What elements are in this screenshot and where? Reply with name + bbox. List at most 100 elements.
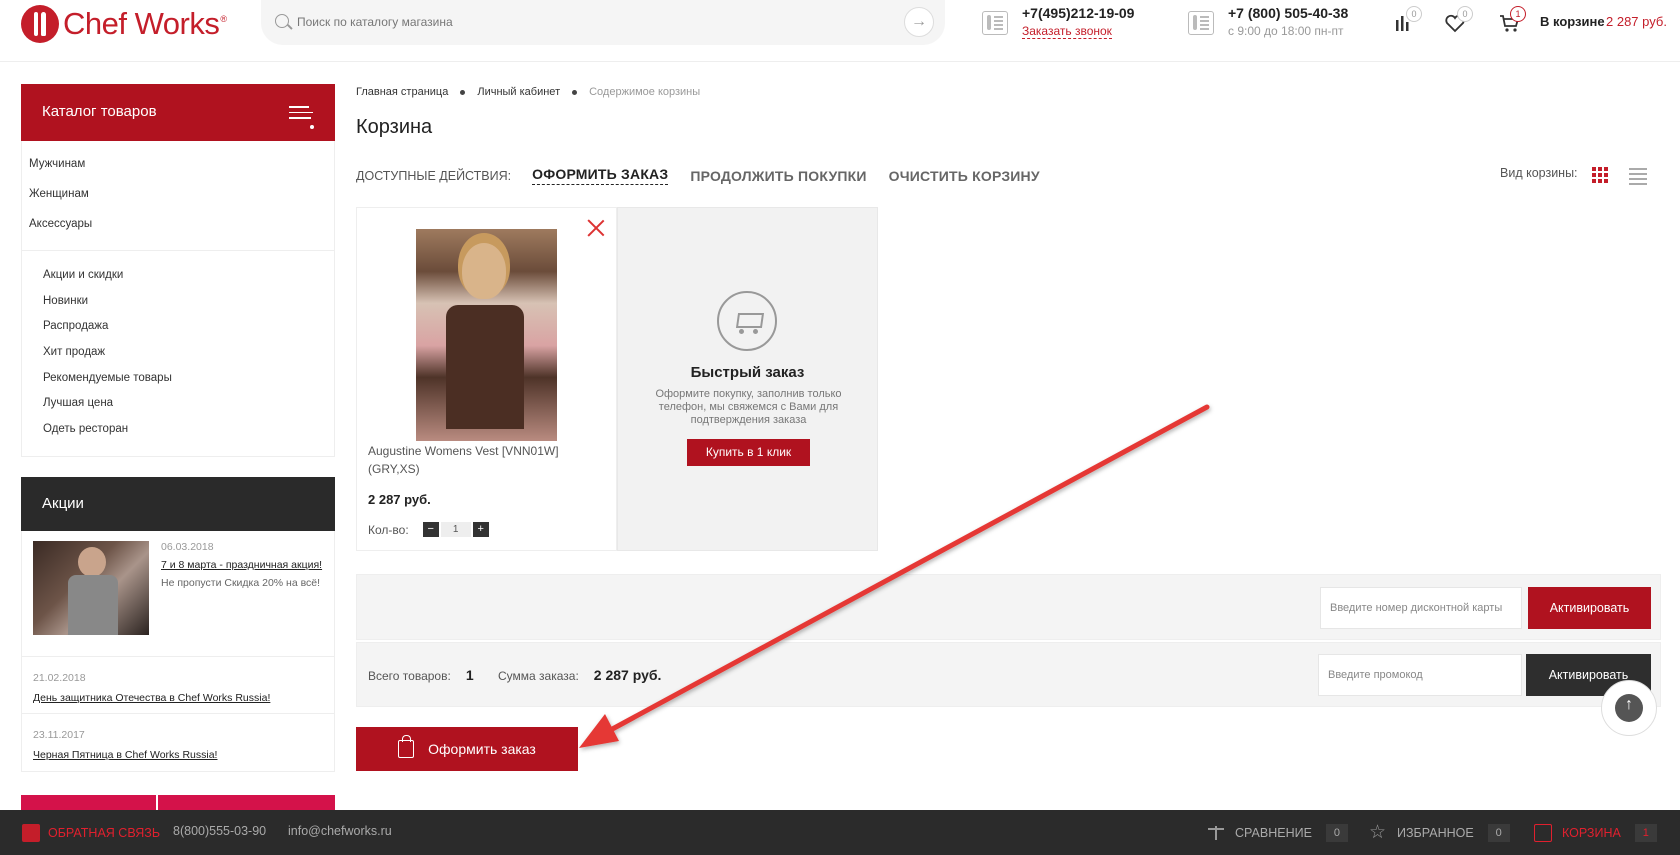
checkout-button-label: Оформить заказ xyxy=(428,741,536,757)
sidebar-item-women[interactable]: Женщинам xyxy=(29,184,327,214)
total-items-value: 1 xyxy=(465,667,474,683)
cart-sum[interactable]: 2 287 руб. xyxy=(1606,14,1667,29)
search-bar: → xyxy=(261,0,945,45)
sidebar-item-new[interactable]: Новинки xyxy=(43,292,313,318)
discount-card-row: Активировать xyxy=(356,574,1661,640)
promo-date: 06.03.2018 xyxy=(161,541,214,553)
catalog-header[interactable]: Каталог товаров xyxy=(21,84,335,141)
footer-cart[interactable]: КОРЗИНА 1 xyxy=(1534,824,1657,842)
quantity-increase-button[interactable]: + xyxy=(472,522,489,537)
feedback-label: ОБРАТНАЯ СВЯЗЬ xyxy=(48,826,161,840)
compare-button[interactable]: 0 xyxy=(1393,6,1422,34)
shopping-bag-icon xyxy=(398,735,415,758)
sidebar-item-bestsellers[interactable]: Хит продаж xyxy=(43,343,313,369)
clear-cart-link[interactable]: ОЧИСТИТЬ КОРЗИНУ xyxy=(889,168,1040,184)
logo-text: Chef Works xyxy=(63,6,220,41)
footer-cart-count: 1 xyxy=(1634,824,1657,842)
favorites-button[interactable]: 0 xyxy=(1444,6,1473,34)
footer-email[interactable]: info@chefworks.ru xyxy=(288,824,392,838)
sidebar-item-sales[interactable]: Акции и скидки xyxy=(43,266,313,292)
search-input[interactable] xyxy=(297,12,857,32)
promo-link[interactable]: 7 и 8 марта - праздничная акция! xyxy=(161,559,322,571)
continue-shopping-link[interactable]: ПРОДОЛЖИТЬ ПОКУПКИ xyxy=(690,168,866,184)
quantity-input[interactable]: 1 xyxy=(440,522,471,537)
quantity-decrease-button[interactable]: − xyxy=(422,522,439,537)
compare-count-badge: 0 xyxy=(1406,6,1422,22)
actions-label: ДОСТУПНЫЕ ДЕЙСТВИЯ: xyxy=(356,168,512,183)
sidebar-item-clearance[interactable]: Распродажа xyxy=(43,317,313,343)
checkout-button[interactable]: Оформить заказ xyxy=(356,727,578,771)
cart-count-badge: 1 xyxy=(1510,6,1526,22)
phone-icon xyxy=(982,11,1008,35)
order-sum-value: 2 287 руб. xyxy=(593,667,662,683)
order-sum-label: Сумма заказа: xyxy=(498,669,579,683)
scale-icon xyxy=(1207,824,1225,842)
total-items-label: Всего товаров: xyxy=(368,669,451,683)
favorites-count-badge: 0 xyxy=(1457,6,1473,22)
promo-link[interactable]: Черная Пятница в Chef Works Russia! xyxy=(33,749,323,761)
phone-icon xyxy=(1188,11,1214,35)
chef-works-logo[interactable]: Chef Works ® xyxy=(21,4,227,44)
sidebar-item-men[interactable]: Мужчинам xyxy=(29,154,327,184)
activate-discount-button[interactable]: Активировать xyxy=(1528,587,1651,629)
phone-number-2[interactable]: +7 (800) 505-40-38 xyxy=(1228,5,1348,21)
catalog-menu: Мужчинам Женщинам Аксессуары Акции и ски… xyxy=(21,141,335,457)
logo-registered-mark: ® xyxy=(220,14,227,24)
catalog-sub-list: Акции и скидки Новинки Распродажа Хит пр… xyxy=(22,251,334,456)
sidebar-item-accessories[interactable]: Аксессуары xyxy=(29,214,327,244)
shopping-cart-icon xyxy=(717,291,777,351)
quick-order-description: Оформите покупку, заполнив только телефо… xyxy=(655,388,842,426)
breadcrumb-account[interactable]: Личный кабинет xyxy=(477,86,560,98)
feedback-icon xyxy=(22,824,40,842)
promotions-header: Акции xyxy=(21,477,335,531)
breadcrumb-separator xyxy=(572,89,578,95)
footer-compare-count: 0 xyxy=(1325,824,1348,842)
promo-code-input[interactable] xyxy=(1318,654,1522,696)
quick-order-title: Быстрый заказ xyxy=(690,364,805,381)
promo-date: 21.02.2018 xyxy=(33,672,86,684)
product-name[interactable]: Augustine Womens Vest [VNN01W] (GRY,XS) xyxy=(368,442,588,478)
request-call-link[interactable]: Заказать звонок xyxy=(1022,24,1112,39)
cart-button[interactable]: 1 xyxy=(1499,6,1526,34)
grid-view-icon[interactable] xyxy=(1592,167,1608,183)
promo-link[interactable]: День защитника Отечества в Chef Works Ru… xyxy=(33,692,323,704)
promotions-title: Акции xyxy=(42,495,84,512)
remove-item-icon[interactable] xyxy=(587,219,605,237)
site-header: Chef Works ® → +7(495)212-19-09 Заказать… xyxy=(0,0,1680,62)
footer-favorites-label: ИЗБРАННОЕ xyxy=(1397,826,1474,840)
order-summary-row: Всего товаров: 1 Сумма заказа: 2 287 руб. … xyxy=(356,642,1661,707)
phone-number-1[interactable]: +7(495)212-19-09 xyxy=(1022,5,1134,21)
footer-favorites[interactable]: ИЗБРАННОЕ 0 xyxy=(1369,821,1510,844)
scroll-to-top-button[interactable] xyxy=(1601,680,1657,736)
search-submit-button[interactable]: → xyxy=(904,7,934,37)
checkout-action-link[interactable]: ОФОРМИТЬ ЗАКАЗ xyxy=(532,166,669,185)
star-icon xyxy=(1369,821,1387,844)
total-items: Всего товаров: 1 xyxy=(368,667,474,683)
footer-phone[interactable]: 8(800)555-03-90 xyxy=(173,824,266,838)
footer-favorites-count: 0 xyxy=(1487,824,1510,842)
product-image[interactable] xyxy=(416,229,557,441)
feedback-link[interactable]: ОБРАТНАЯ СВЯЗЬ xyxy=(22,824,160,842)
sidebar-item-dress-restaurant[interactable]: Одеть ресторан xyxy=(43,420,313,446)
logo-icon xyxy=(21,5,59,43)
list-view-icon[interactable] xyxy=(1629,168,1647,185)
promotions-list: 06.03.2018 7 и 8 марта - праздничная акц… xyxy=(21,531,335,772)
sidebar-item-recommended[interactable]: Рекомендуемые товары xyxy=(43,369,313,395)
promo-item: 23.11.2017 Черная Пятница в Chef Works R… xyxy=(22,714,334,771)
buy-one-click-button[interactable]: Купить в 1 клик xyxy=(687,439,810,466)
footer-compare[interactable]: СРАВНЕНИЕ 0 xyxy=(1207,824,1348,842)
promo-text: Не пропусти Скидка 20% на всё! xyxy=(161,577,321,589)
discount-card-input[interactable] xyxy=(1320,587,1522,629)
cart-product-card: Augustine Womens Vest [VNN01W] (GRY,XS) … xyxy=(356,207,617,551)
cart-actions: ДОСТУПНЫЕ ДЕЙСТВИЯ: ОФОРМИТЬ ЗАКАЗ ПРОДО… xyxy=(356,166,1062,185)
footer-compare-label: СРАВНЕНИЕ xyxy=(1235,826,1312,840)
product-price: 2 287 руб. xyxy=(368,492,431,507)
promo-image[interactable] xyxy=(33,541,149,635)
sidebar-item-best-price[interactable]: Лучшая цена xyxy=(43,394,313,420)
breadcrumb-current: Содержимое корзины xyxy=(589,86,701,98)
catalog-main-list: Мужчинам Женщинам Аксессуары xyxy=(22,141,334,251)
cart-label[interactable]: В корзине xyxy=(1540,14,1605,29)
breadcrumb: Главная страница Личный кабинет Содержим… xyxy=(356,86,700,98)
breadcrumb-home[interactable]: Главная страница xyxy=(356,86,448,98)
breadcrumb-separator xyxy=(460,89,466,95)
